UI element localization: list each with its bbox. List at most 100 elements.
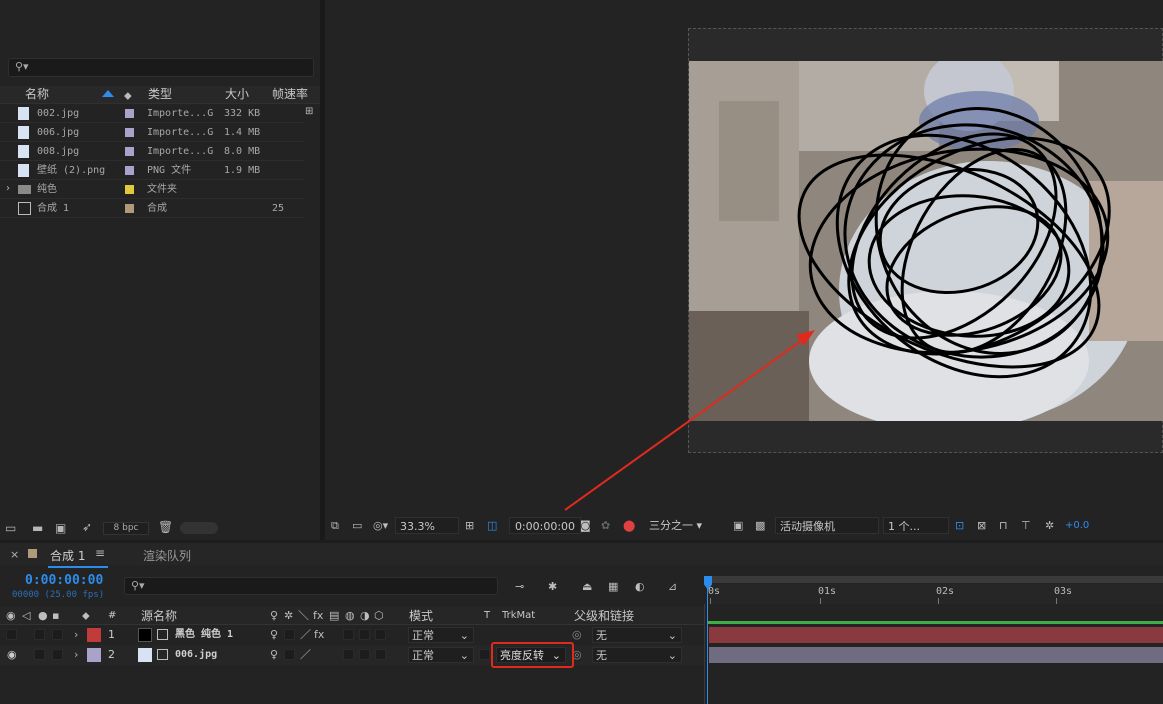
layer-duration-bar[interactable] — [709, 647, 1163, 663]
label-color-swatch[interactable] — [125, 109, 134, 118]
mode-dropdown[interactable]: 正常 ⌄ — [408, 647, 474, 663]
eye-icon[interactable]: ◉ — [6, 609, 16, 623]
toggle-transparency-icon[interactable]: ▩ — [755, 519, 765, 533]
layer-name[interactable]: 黑色 纯色 1 — [175, 625, 233, 645]
camera-snapshot-icon[interactable]: ◙ — [580, 519, 591, 533]
close-icon[interactable]: × — [10, 548, 19, 561]
adjustment-layer-icon[interactable]: ◑ — [360, 609, 370, 623]
reset-exposure-icon[interactable]: ✲ — [1045, 519, 1054, 533]
shy-icon[interactable]: ♀ — [270, 609, 278, 623]
parent-dropdown[interactable]: 无 ⌄ — [592, 647, 682, 663]
lock-icon[interactable]: ▪ — [52, 609, 59, 623]
expand-arrow-icon[interactable]: › — [74, 645, 78, 665]
label-color-swatch[interactable] — [125, 166, 134, 175]
timeline-icon[interactable]: ⊠ — [977, 519, 986, 533]
collapse-switch[interactable] — [284, 629, 295, 640]
label-color-swatch[interactable] — [125, 128, 134, 137]
show-snapshot-icon[interactable]: ✿ — [601, 519, 610, 533]
motion-blur-icon[interactable]: ◐ — [635, 580, 645, 594]
mask-icon[interactable]: ◎▾ — [373, 519, 388, 533]
project-item[interactable]: 合成 1 合成 25 — [0, 199, 305, 218]
frame-blending-icon[interactable]: ▦ — [608, 580, 618, 594]
views-dropdown[interactable]: 1 个... — [883, 517, 949, 534]
collapse-switch[interactable] — [284, 649, 295, 660]
project-item[interactable]: 006.jpg Importe...G 1.4 MB — [0, 123, 305, 142]
lock-toggle[interactable] — [52, 649, 63, 660]
layer-label-color[interactable] — [87, 648, 101, 662]
layer-name[interactable]: 006.jpg — [175, 645, 217, 665]
shy-switch[interactable]: ♀ — [270, 645, 278, 665]
new-comp-icon[interactable]: ▣ — [55, 521, 66, 535]
quality-switch[interactable]: ／ — [300, 645, 311, 665]
project-item[interactable]: › 纯色 文件夹 — [0, 180, 305, 199]
fast-previews-icon[interactable]: ⊡ — [955, 519, 964, 533]
draft-3d-icon[interactable]: ✱ — [548, 580, 557, 594]
region-of-interest-icon[interactable]: ▣ — [733, 519, 743, 533]
always-preview-icon[interactable]: ⧉ — [331, 519, 339, 533]
playhead-line[interactable] — [707, 588, 708, 704]
label-color-swatch[interactable] — [125, 147, 134, 156]
motion-blur-col-icon[interactable]: ◍ — [345, 609, 355, 623]
composition-mini-flowchart-icon[interactable]: ⊸ — [515, 580, 524, 594]
camera-dropdown[interactable]: 活动摄像机 — [775, 517, 879, 534]
col-fps[interactable]: 帧速率 — [272, 86, 308, 103]
visibility-toggle[interactable]: ◉ — [7, 645, 17, 665]
expand-arrow-icon[interactable]: › — [6, 183, 10, 194]
3d-switch[interactable] — [375, 649, 386, 660]
transparency-grid-icon[interactable]: ◫ — [487, 519, 497, 533]
pick-whip-icon[interactable]: ◎ — [572, 625, 582, 645]
motion-blur-switch[interactable] — [343, 629, 354, 640]
layer-label-color[interactable] — [87, 628, 101, 642]
trash-icon[interactable]: 🗑 — [158, 520, 173, 534]
timeline-search-input[interactable]: ⚲▾ — [124, 577, 498, 595]
viewer-timecode[interactable]: 0:00:00:00 — [509, 517, 581, 534]
adjustment-switch[interactable] — [359, 649, 370, 660]
solo-toggle[interactable] — [34, 649, 45, 660]
3d-layer-icon[interactable]: ⬡ — [374, 609, 384, 623]
collapse-icon[interactable]: ✲ — [284, 609, 293, 623]
zoom-dropdown[interactable]: 33.3% — [395, 517, 459, 534]
new-folder-icon[interactable]: ▬ — [32, 521, 43, 535]
interpret-footage-icon[interactable]: ▭ — [5, 521, 16, 535]
tab-comp[interactable]: 合成 1 — [50, 547, 85, 564]
parent-dropdown[interactable]: 无 ⌄ — [592, 627, 682, 643]
col-type[interactable]: 类型 — [148, 86, 172, 103]
render-icon[interactable]: ➶ — [82, 520, 92, 534]
solo-toggle[interactable] — [34, 629, 45, 640]
color-channel-icon[interactable]: ⬤ — [623, 519, 635, 533]
fx-icon[interactable]: fx — [313, 609, 323, 623]
shy-switch[interactable]: ♀ — [270, 625, 278, 645]
work-area-bar[interactable] — [708, 576, 1163, 583]
timeline-timecode[interactable]: 0:00:00:00 — [25, 573, 103, 588]
frame-blend-col-icon[interactable]: ▤ — [329, 609, 339, 623]
col-source-name[interactable]: 源名称 — [141, 609, 177, 623]
audio-icon[interactable]: ◁ — [22, 609, 30, 623]
solo-icon[interactable]: ● — [38, 609, 48, 623]
preserve-transparency-toggle[interactable] — [479, 649, 490, 660]
monitor-icon[interactable]: ▭ — [352, 519, 362, 533]
visibility-toggle[interactable] — [6, 629, 17, 640]
graph-editor-icon[interactable]: ⊿ — [668, 580, 677, 594]
lock-toggle[interactable] — [52, 629, 63, 640]
col-name[interactable]: 名称 — [25, 86, 49, 103]
quality-switch[interactable]: ／ — [300, 625, 311, 645]
exposure-value[interactable]: +0.0 — [1065, 517, 1089, 534]
project-item[interactable]: 壁纸 (2).png PNG 文件 1.9 MB — [0, 161, 305, 180]
resolution-dropdown[interactable]: 三分之一 ▾ — [649, 517, 725, 534]
fx-switch[interactable]: fx — [314, 625, 324, 645]
label-color-swatch[interactable] — [125, 185, 134, 194]
3d-switch[interactable] — [375, 629, 386, 640]
tab-render-queue[interactable]: 渲染队列 — [143, 547, 191, 564]
col-size[interactable]: 大小 — [225, 86, 249, 103]
hide-shy-layers-icon[interactable]: ⏏ — [582, 580, 592, 594]
comp-flowchart-icon[interactable]: ⊓ — [999, 519, 1008, 533]
motion-blur-switch[interactable] — [343, 649, 354, 660]
tab-menu-icon[interactable]: ≡ — [95, 546, 105, 560]
project-search-input[interactable]: ⚲▾ — [8, 58, 314, 77]
grid-icon[interactable]: ⊞ — [465, 519, 474, 533]
project-item[interactable]: 002.jpg Importe...G 332 KB — [0, 104, 305, 123]
layer-duration-bar[interactable] — [709, 627, 1163, 643]
adjustment-switch[interactable] — [359, 629, 370, 640]
bpc-toggle[interactable]: 8 bpc — [103, 522, 149, 535]
col-trkmat[interactable]: TrkMat — [502, 609, 535, 623]
